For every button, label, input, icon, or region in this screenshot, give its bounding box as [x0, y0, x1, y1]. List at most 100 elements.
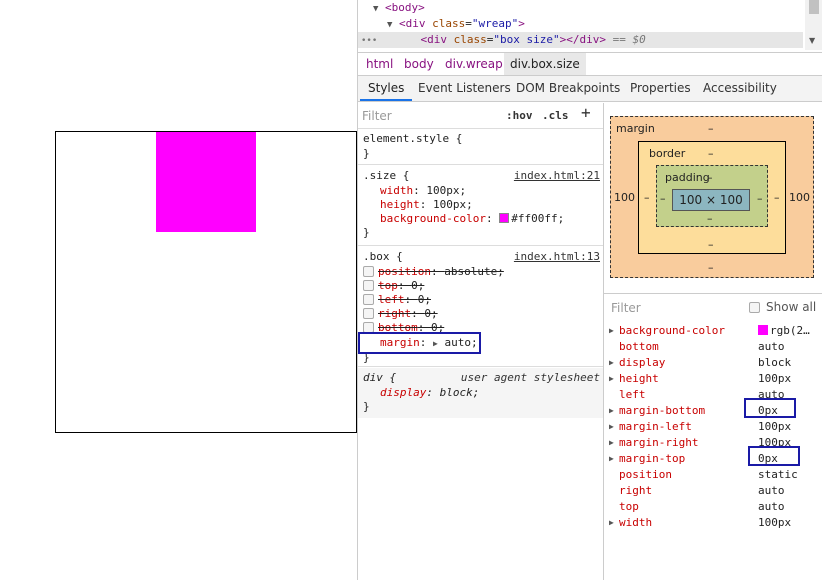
padding-bottom-value[interactable]: –: [707, 212, 713, 225]
border-top-value[interactable]: –: [708, 147, 714, 160]
box-model-margin[interactable]: margin – – 100 100 border – – – – paddin…: [610, 116, 814, 278]
computed-property-name: margin-right: [619, 436, 699, 449]
new-rule-button[interactable]: +: [581, 104, 591, 122]
declaration-width[interactable]: width: 100px;: [380, 184, 466, 198]
padding-right-value[interactable]: –: [757, 192, 763, 205]
dom-scrollbar[interactable]: ▼: [805, 0, 822, 50]
toggle-checkbox[interactable]: [363, 280, 374, 291]
computed-row-bottom[interactable]: bottom auto: [604, 339, 822, 355]
declaration-top[interactable]: top: 0;: [363, 279, 424, 293]
tag-body: <body>: [385, 1, 425, 14]
computed-property-name: margin-top: [619, 452, 686, 465]
expand-triangle-icon[interactable]: ▼: [373, 4, 378, 14]
expand-triangle-icon[interactable]: ▶: [609, 451, 614, 467]
computed-value-text: auto: [758, 500, 785, 513]
expand-triangle-icon[interactable]: ▶: [609, 371, 614, 387]
tab-styles[interactable]: Styles: [360, 76, 413, 101]
tab-event-listeners[interactable]: Event Listeners: [418, 76, 511, 101]
computed-value-text: rgb(2…: [770, 324, 810, 337]
tab-properties[interactable]: Properties: [630, 76, 691, 101]
declaration-height[interactable]: height: 100px;: [380, 198, 473, 212]
source-link[interactable]: index.html:13: [514, 250, 600, 263]
declaration-display: display: block;: [380, 386, 480, 399]
computed-property-name: height: [619, 372, 659, 385]
expand-triangle-icon[interactable]: ▶: [609, 403, 614, 419]
toggle-checkbox[interactable]: [363, 266, 374, 277]
computed-row-position[interactable]: position static: [604, 467, 822, 483]
toggle-checkbox[interactable]: [363, 308, 374, 319]
computed-value-text: auto: [758, 340, 785, 353]
computed-row-margin-left[interactable]: ▶ margin-left 100px: [604, 419, 822, 435]
close-brace: }: [363, 226, 370, 239]
more-ellipsis-icon[interactable]: •••: [361, 36, 377, 46]
computed-value-text: static: [758, 468, 798, 481]
computed-property-name: bottom: [619, 340, 659, 353]
expand-triangle-icon[interactable]: ▶: [609, 323, 614, 339]
expand-triangle-icon[interactable]: ▼: [387, 20, 392, 30]
expand-triangle-icon[interactable]: ▶: [609, 419, 614, 435]
magenta-box: [156, 132, 256, 232]
tag-close: >: [518, 17, 525, 30]
computed-row-width[interactable]: ▶ width 100px: [604, 515, 822, 531]
source-link[interactable]: index.html:21: [514, 169, 600, 182]
scroll-down-icon[interactable]: ▼: [809, 36, 815, 45]
breadcrumb-html[interactable]: html: [360, 53, 399, 75]
breadcrumb-div-box-size[interactable]: div.box.size: [504, 53, 586, 75]
padding-left-value[interactable]: –: [660, 192, 666, 205]
box-model-padding[interactable]: padding – – – – 100 × 100: [656, 165, 768, 227]
expand-triangle-icon[interactable]: ▶: [609, 355, 614, 371]
selected-marker: == $0: [612, 33, 646, 46]
declaration-position[interactable]: position: absolute;: [363, 265, 504, 279]
breadcrumb-div-wreap[interactable]: div.wreap: [439, 53, 509, 75]
toggle-checkbox[interactable]: [363, 294, 374, 305]
tab-dom-breakpoints[interactable]: DOM Breakpoints: [516, 76, 620, 101]
margin-top-value[interactable]: –: [708, 122, 714, 135]
computed-row-background-color[interactable]: ▶ background-color rgb(2…: [604, 323, 822, 339]
selector-element-style[interactable]: element.style {: [363, 132, 462, 146]
dom-node-selected-box[interactable]: ••• <div class="box size"></div> == $0: [358, 32, 803, 48]
computed-filter-input[interactable]: Filter: [611, 301, 641, 315]
dom-node-body[interactable]: ▼ <body>: [373, 0, 425, 16]
declaration-left[interactable]: left: 0;: [363, 293, 431, 307]
margin-right-value[interactable]: 100: [789, 191, 810, 204]
tab-accessibility[interactable]: Accessibility: [703, 76, 777, 101]
cls-button[interactable]: .cls: [542, 107, 569, 125]
styles-pane: Filter :hov .cls + element.style { } .si…: [358, 103, 604, 580]
elements-dom-tree: ▼ <body> ▼ <div class="wreap"> ••• <div …: [358, 0, 822, 50]
padding-top-value[interactable]: –: [707, 171, 713, 184]
border-left-value[interactable]: –: [644, 191, 650, 204]
margin-left-value[interactable]: 100: [614, 191, 635, 204]
show-all-checkbox[interactable]: [749, 302, 760, 313]
border-bottom-value[interactable]: –: [708, 238, 714, 251]
scrollbar-thumb[interactable]: [809, 0, 819, 14]
border-right-value[interactable]: –: [774, 191, 780, 204]
show-all-toggle[interactable]: Show all: [749, 300, 816, 314]
page-preview: [0, 0, 357, 580]
computed-row-right[interactable]: right auto: [604, 483, 822, 499]
computed-row-height[interactable]: ▶ height 100px: [604, 371, 822, 387]
expand-triangle-icon[interactable]: ▶: [609, 435, 614, 451]
computed-value-text: block: [758, 356, 792, 369]
computed-row-top[interactable]: top auto: [604, 499, 822, 515]
declaration-right[interactable]: right: 0;: [363, 307, 438, 321]
box-model-content[interactable]: 100 × 100: [672, 189, 750, 211]
color-swatch-icon[interactable]: [499, 213, 510, 223]
selector-box[interactable]: .box {: [363, 250, 403, 264]
styles-filter-input[interactable]: Filter: [362, 107, 494, 125]
breadcrumb-body[interactable]: body: [398, 53, 440, 75]
dom-node-wreap[interactable]: ▼ <div class="wreap">: [387, 16, 525, 32]
close-brace: }: [363, 147, 370, 160]
selector-size[interactable]: .size {: [363, 169, 409, 183]
computed-property-value: block: [758, 355, 791, 371]
computed-row-display[interactable]: ▶ display block: [604, 355, 822, 371]
tag-open: <div: [420, 33, 448, 46]
margin-bottom-value[interactable]: –: [708, 261, 714, 274]
expand-triangle-icon[interactable]: ▶: [609, 515, 614, 531]
rule-element-style: element.style { }: [358, 129, 603, 165]
declaration-background-color[interactable]: background-color: #ff00ff;: [380, 212, 564, 226]
box-model-border[interactable]: border – – – – padding – – – – 100 × 100: [638, 141, 786, 254]
color-swatch-icon: [758, 325, 768, 335]
computed-value-text: 100px: [758, 420, 792, 433]
hov-button[interactable]: :hov: [506, 107, 533, 125]
computed-property-value: 100px: [758, 371, 791, 387]
